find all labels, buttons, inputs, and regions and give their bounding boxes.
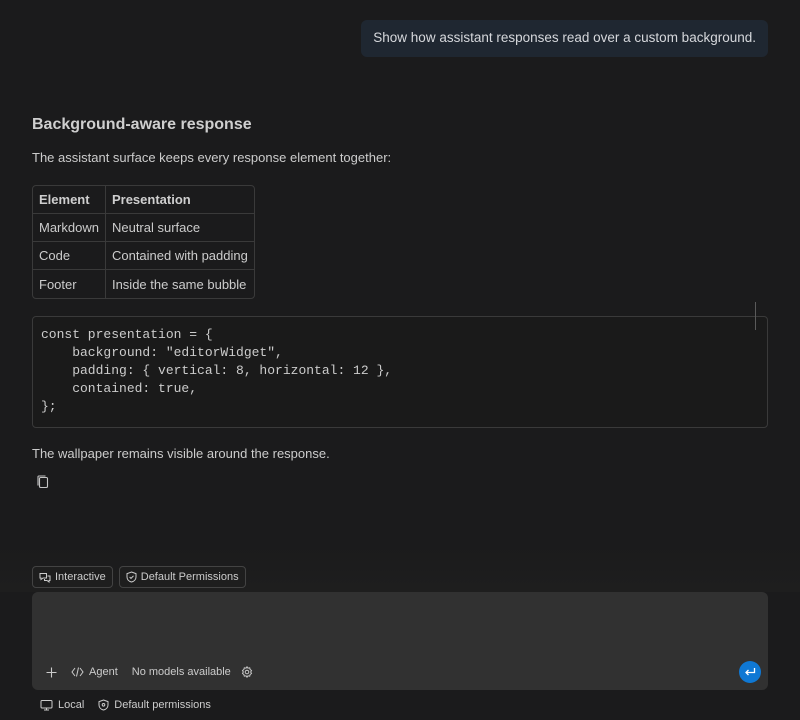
status-row: Local Default permissions	[40, 697, 211, 713]
add-context-button[interactable]	[42, 662, 61, 682]
response-heading: Background-aware response	[32, 116, 252, 133]
markdown-table: Element Presentation Markdown Neutral su…	[32, 185, 255, 299]
location-picker[interactable]: Local	[40, 699, 84, 711]
chat-input-box: Agent No models available	[32, 592, 768, 690]
assistant-response: Background-aware response The assistant …	[32, 116, 768, 492]
input-toolbar: Agent No models available	[42, 662, 257, 682]
mode-picker[interactable]: Agent	[67, 662, 122, 682]
gear-icon	[241, 666, 253, 678]
table-header-cell: Element	[33, 186, 106, 214]
code-line: const presentation = {	[41, 327, 213, 342]
monitor-icon	[40, 699, 53, 711]
agent-icon	[71, 666, 84, 678]
code-scrollbar[interactable]	[755, 302, 756, 330]
table-row: Markdown Neutral surface	[33, 214, 254, 242]
permissions-picker[interactable]: Default permissions	[98, 699, 211, 711]
settings-button[interactable]	[237, 662, 257, 682]
permissions-chip-label: Default Permissions	[140, 571, 239, 583]
user-message: Show how assistant responses read over a…	[361, 20, 768, 57]
table-cell: Contained with padding	[105, 242, 254, 270]
code-line: padding: { vertical: 8, horizontal: 12 }…	[41, 363, 393, 378]
model-label: No models available	[131, 666, 231, 678]
interactive-chip-label: Interactive	[55, 571, 106, 583]
session-chips: Interactive Default Permissions	[32, 566, 246, 588]
enter-icon	[744, 667, 756, 677]
response-intro: The assistant surface keeps every respon…	[32, 150, 392, 165]
table-cell: Neutral surface	[105, 214, 254, 242]
mode-label: Agent	[89, 666, 118, 678]
copy-button[interactable]	[33, 472, 53, 492]
table-cell: Markdown	[33, 214, 106, 242]
copy-icon	[36, 474, 50, 490]
table-cell: Footer	[33, 270, 106, 298]
interactive-chip[interactable]: Interactive	[32, 566, 113, 588]
plus-icon	[46, 667, 57, 678]
table-header-row: Element Presentation	[33, 186, 254, 214]
permissions-chip[interactable]: Default Permissions	[118, 566, 246, 588]
chat-bubbles-icon	[39, 572, 51, 583]
model-picker[interactable]: No models available	[128, 662, 235, 682]
code-line: };	[41, 399, 57, 414]
shield-icon	[98, 699, 109, 711]
code-line: background: "editorWidget",	[41, 345, 283, 360]
send-button[interactable]	[739, 661, 761, 683]
code-block[interactable]: const presentation = { background: "edit…	[32, 302, 768, 428]
code-line: contained: true,	[41, 381, 198, 396]
shield-icon	[126, 571, 137, 583]
table-cell: Inside the same bubble	[111, 276, 247, 292]
location-label: Local	[58, 699, 85, 711]
response-outro: The wallpaper remains visible around the…	[32, 446, 330, 461]
chat-input[interactable]	[44, 602, 756, 652]
table-cell: Code	[33, 242, 106, 270]
table-header-cell: Presentation	[105, 186, 254, 214]
table-row: Footer Inside the same bubble	[33, 270, 254, 298]
table-row: Code Contained with padding	[33, 242, 254, 270]
permissions-label: Default permissions	[114, 699, 211, 711]
chat-panel: Show how assistant responses read over a…	[0, 0, 800, 720]
